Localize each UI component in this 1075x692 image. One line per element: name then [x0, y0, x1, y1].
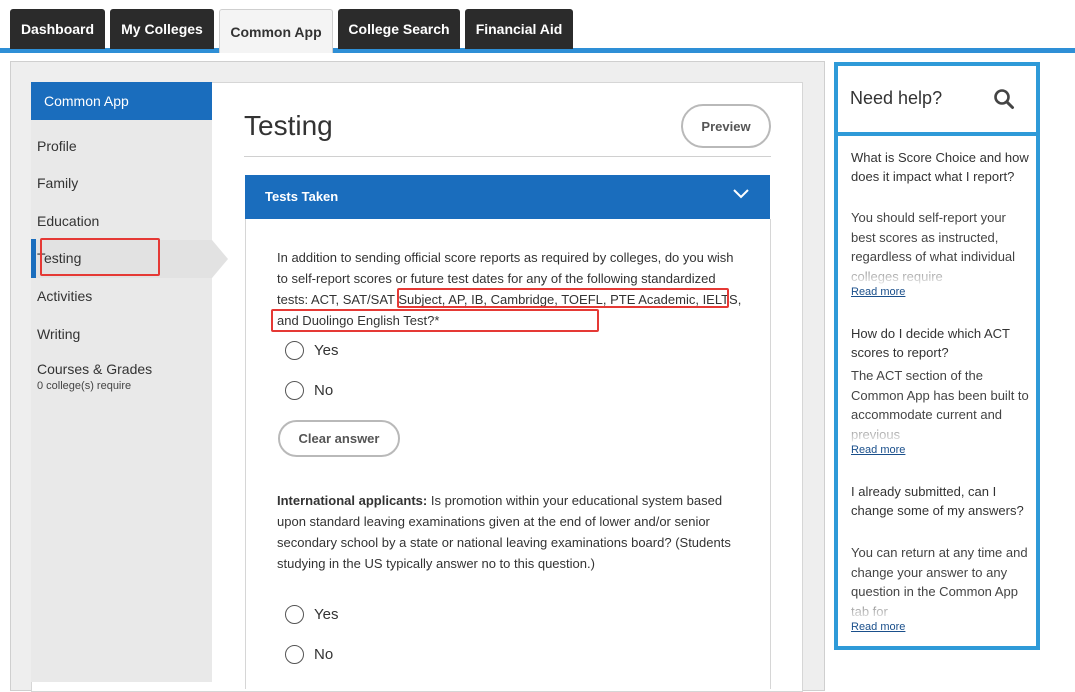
- help-question-1[interactable]: What is Score Choice and how does it imp…: [851, 149, 1029, 186]
- radio-no[interactable]: [285, 645, 304, 664]
- help-answer-3: You can return at any time and change yo…: [851, 543, 1029, 621]
- help-answer-1: You should self-report your best scores …: [851, 208, 1029, 286]
- sidebar-active-indicator: [31, 239, 36, 278]
- help-answer-2: The ACT section of the Common App has be…: [851, 366, 1029, 444]
- tab-my-colleges[interactable]: My Colleges: [110, 9, 214, 49]
- sidebar-item-writing[interactable]: Writing: [37, 326, 80, 342]
- q2-yes-label: Yes: [314, 606, 339, 623]
- highlight-testing: [40, 238, 160, 276]
- clear-answer-button[interactable]: Clear answer: [278, 420, 400, 457]
- sidebar-item-family[interactable]: Family: [37, 175, 78, 191]
- radio-yes[interactable]: [285, 341, 304, 360]
- help-title: Need help?: [850, 88, 943, 108]
- help-read-more-2[interactable]: Read more: [851, 444, 905, 456]
- q2-yes-option[interactable]: Yes: [285, 605, 338, 624]
- section-title: Tests Taken: [265, 189, 339, 204]
- help-read-more-1[interactable]: Read more: [851, 286, 905, 298]
- help-answer-fade: [851, 599, 1029, 621]
- help-question-2[interactable]: How do I decide which ACT scores to repo…: [851, 325, 1029, 362]
- top-nav: Dashboard My Colleges Common App College…: [0, 0, 1075, 53]
- sidebar-item-activities[interactable]: Activities: [37, 288, 92, 304]
- q1-no-option[interactable]: No: [285, 381, 333, 400]
- help-header: Need help?: [838, 66, 1036, 132]
- help-answer-fade: [851, 264, 1029, 286]
- tab-college-search[interactable]: College Search: [338, 9, 460, 49]
- question-international: International applicants: Is promotion w…: [277, 490, 747, 574]
- highlight-tests-line2: [271, 309, 599, 332]
- page-title: Testing: [244, 110, 333, 141]
- q2-no-label: No: [314, 646, 334, 663]
- q1-yes-option[interactable]: Yes: [285, 341, 338, 360]
- radio-no[interactable]: [285, 381, 304, 400]
- highlight-tests-line1: [397, 288, 729, 308]
- help-answer-fade: [851, 422, 1029, 444]
- tab-common-app[interactable]: Common App: [219, 9, 333, 53]
- sidebar-item-courses-grades[interactable]: Courses & Grades: [37, 361, 152, 377]
- title-divider: [244, 156, 771, 157]
- help-question-3[interactable]: I already submitted, can I change some o…: [851, 483, 1029, 520]
- sidebar-active-arrow: [212, 240, 228, 278]
- sidebar-item-education[interactable]: Education: [37, 213, 99, 229]
- preview-button[interactable]: Preview: [681, 104, 771, 148]
- q2-no-option[interactable]: No: [285, 645, 333, 664]
- q1-no-label: No: [314, 382, 334, 399]
- section-header-tests-taken[interactable]: Tests Taken: [245, 175, 770, 219]
- sidebar-header[interactable]: Common App: [31, 82, 212, 120]
- tab-financial-aid[interactable]: Financial Aid: [465, 9, 573, 49]
- q1-yes-label: Yes: [314, 342, 339, 359]
- sidebar-item-courses-subtext: 0 college(s) require: [37, 380, 132, 392]
- question-international-bold: International applicants:: [277, 493, 428, 508]
- search-icon[interactable]: [993, 88, 1015, 115]
- radio-yes[interactable]: [285, 605, 304, 624]
- tab-dashboard[interactable]: Dashboard: [10, 9, 105, 49]
- chevron-down-icon[interactable]: [732, 188, 750, 203]
- help-read-more-3[interactable]: Read more: [851, 621, 905, 633]
- sidebar-item-profile[interactable]: Profile: [37, 138, 77, 154]
